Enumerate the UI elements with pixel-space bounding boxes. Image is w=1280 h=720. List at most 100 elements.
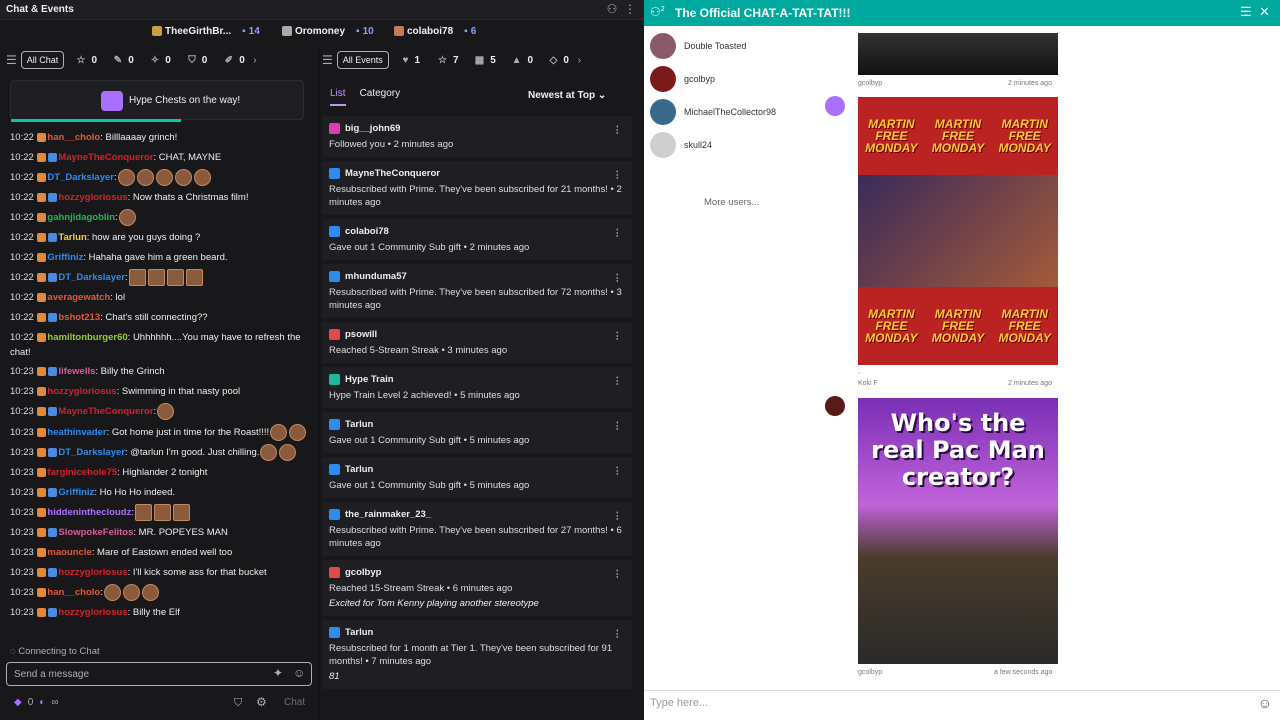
event-filter-count[interactable]: ▲ 0 — [504, 55, 541, 66]
event-user[interactable]: gcolbyp — [329, 566, 624, 579]
event-user[interactable]: MayneTheConqueror — [329, 167, 624, 180]
member-item[interactable]: skull24 — [650, 131, 712, 159]
top-chatter[interactable]: Oromoney ▪ 10 — [282, 24, 374, 38]
post-image[interactable]: MARTIN FREE MONDAY MARTIN FREE MONDAY MART… — [858, 97, 1058, 365]
magic-icon[interactable]: ✦ — [273, 666, 283, 680]
member-item[interactable]: Double Toasted — [650, 32, 746, 60]
more-options-icon[interactable]: ⋮ — [613, 330, 623, 343]
chat-filter-count[interactable]: ✐ 0 — [216, 55, 253, 66]
chevron-right-icon[interactable]: › — [253, 55, 256, 66]
more-options-icon[interactable]: ⋮ — [613, 568, 623, 581]
event-user[interactable]: mhunduma57 — [329, 270, 624, 283]
more-options-icon[interactable]: ⋮ — [613, 628, 623, 641]
chat-username[interactable]: hozzygloriosus — [47, 386, 116, 397]
points-icon[interactable]: ◐ — [39, 697, 45, 708]
event-username[interactable]: gcolbyp — [345, 566, 381, 579]
more-options-icon[interactable]: ⋮ — [613, 375, 623, 388]
event-username[interactable]: mhunduma57 — [345, 270, 407, 283]
chat-filter-count[interactable]: ✧ 0 — [142, 55, 179, 66]
more-options-icon[interactable]: ⋮ — [613, 465, 623, 478]
chat-username[interactable]: lifewells — [58, 366, 95, 377]
chat-username[interactable]: hozzygloriosus — [58, 607, 127, 618]
event-username[interactable]: the_rainmaker_23_ — [345, 508, 431, 521]
more-options-icon[interactable]: ⋮ — [613, 169, 623, 182]
chat-username[interactable]: maouncle — [47, 547, 91, 558]
event-username[interactable]: MayneTheConqueror — [345, 167, 440, 180]
chat-username[interactable]: MayneTheConqueror — [58, 406, 153, 417]
more-options-icon[interactable]: ⋮ — [613, 227, 623, 240]
group-message-input[interactable]: Type here... ☺ — [644, 690, 1280, 720]
more-users-link[interactable]: More users... — [704, 197, 759, 208]
users-icon[interactable]: ⚇2 — [650, 5, 665, 19]
gear-icon[interactable]: ⚙ — [256, 695, 267, 709]
event-username[interactable]: Tarlun — [345, 626, 373, 639]
all-events-filter[interactable]: All Events — [336, 51, 389, 69]
menu-icon[interactable]: ☰ — [6, 53, 17, 67]
more-options-icon[interactable]: ⋮ — [613, 124, 623, 137]
chat-username[interactable]: gahnjidagoblin — [47, 212, 115, 223]
bits-icon[interactable]: ◆ — [14, 697, 22, 708]
more-options-icon[interactable]: ⋮ — [613, 510, 623, 523]
chat-username[interactable]: SlowpokeFelitos — [58, 527, 133, 538]
chat-button[interactable]: Chat — [284, 697, 305, 708]
close-icon[interactable]: ✕ — [1259, 4, 1270, 20]
chat-filter-count[interactable]: ✎ 0 — [105, 55, 142, 66]
chat-username[interactable]: DT_Darkslayer — [58, 272, 125, 283]
post-image[interactable] — [858, 33, 1058, 75]
event-user[interactable]: Hype Train — [329, 373, 624, 386]
shield-icon[interactable]: ⛉ — [234, 697, 242, 710]
event-username[interactable]: Hype Train — [345, 373, 394, 386]
chat-username[interactable]: heathinvader — [47, 427, 106, 438]
emoji-icon[interactable]: ☺ — [1258, 695, 1272, 711]
chevron-right-icon[interactable]: › — [578, 55, 581, 66]
menu-icon[interactable]: ☰ — [1240, 4, 1252, 20]
chat-username[interactable]: Tarlun — [58, 232, 86, 243]
tab-category[interactable]: Category — [360, 88, 401, 106]
chat-username[interactable]: MayneTheConqueror — [58, 152, 153, 163]
event-username[interactable]: Tarlun — [345, 418, 373, 431]
sort-dropdown[interactable]: Newest at Top ⌄ — [528, 90, 606, 101]
post-image[interactable]: Who's the real Pac Man creator? — [858, 398, 1058, 664]
member-item[interactable]: MichaelTheCollector98 — [650, 98, 776, 126]
event-filter-count[interactable]: ▦ 5 — [467, 55, 504, 66]
header-icons[interactable]: ⚇ ⋮ — [607, 2, 636, 16]
chat-username[interactable]: farginicehole75 — [47, 467, 117, 478]
chat-username[interactable]: averagewatch — [47, 292, 110, 303]
chat-username[interactable]: DT_Darkslayer — [47, 172, 114, 183]
chat-username[interactable]: Griffiniz — [58, 487, 94, 498]
event-user[interactable]: psowill — [329, 328, 624, 341]
menu-icon[interactable]: ☰ — [322, 53, 333, 67]
chat-username[interactable]: bshot213 — [58, 312, 100, 323]
event-filter-count[interactable]: ♥ 1 — [393, 55, 430, 66]
event-user[interactable]: Tarlun — [329, 626, 624, 639]
chat-username[interactable]: DT_Darkslayer — [58, 447, 125, 458]
chat-username[interactable]: han__cholo — [47, 587, 100, 598]
chat-username[interactable]: hozzygloriosus — [58, 567, 127, 578]
chat-username[interactable]: han__cholo — [47, 132, 100, 143]
chat-filter-count[interactable]: ☆ 0 — [68, 55, 105, 66]
more-options-icon[interactable]: ⋮ — [613, 420, 623, 433]
more-options-icon[interactable]: ⋮ — [613, 272, 623, 285]
emote-icon[interactable]: ☺ — [293, 666, 305, 680]
event-user[interactable]: big__john69 — [329, 122, 624, 135]
event-user[interactable]: Tarlun — [329, 418, 624, 431]
event-username[interactable]: colaboi78 — [345, 225, 389, 238]
tab-list[interactable]: List — [330, 88, 346, 106]
event-user[interactable]: Tarlun — [329, 463, 624, 476]
top-chatter[interactable]: colaboi78 ▪ 6 — [394, 24, 476, 38]
chat-username[interactable]: hiddeninthecloudz — [47, 507, 131, 518]
message-input[interactable]: Send a message ✦ ☺ — [6, 662, 312, 686]
event-username[interactable]: Tarlun — [345, 463, 373, 476]
chat-username[interactable]: hamiltonburger60 — [47, 332, 127, 343]
member-item[interactable]: gcolbyp — [650, 65, 715, 93]
event-user[interactable]: colaboi78 — [329, 225, 624, 238]
avatar[interactable] — [825, 396, 845, 416]
event-user[interactable]: the_rainmaker_23_ — [329, 508, 624, 521]
event-filter-count[interactable]: ◇ 0 — [541, 55, 578, 66]
avatar[interactable] — [825, 96, 845, 116]
chat-username[interactable]: hozzygloriosus — [58, 192, 127, 203]
event-filter-count[interactable]: ☆ 7 — [430, 55, 467, 66]
event-username[interactable]: big__john69 — [345, 122, 400, 135]
chat-filter-count[interactable]: ⛉ 0 — [179, 55, 216, 66]
chat-username[interactable]: Griffiniz — [47, 252, 83, 263]
